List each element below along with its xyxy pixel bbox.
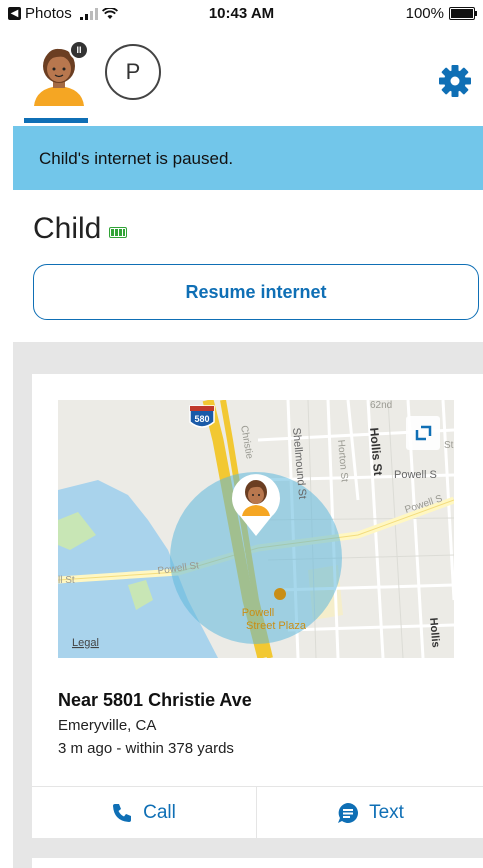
call-label: Call bbox=[143, 801, 176, 823]
location-address: Near 5801 Christie Ave bbox=[58, 690, 252, 710]
paused-banner-text: Child's internet is paused. bbox=[39, 149, 234, 168]
text-label: Text bbox=[369, 801, 404, 823]
map-label-christie: Christie bbox=[238, 425, 255, 461]
battery-icon bbox=[449, 7, 477, 20]
selected-profile-indicator bbox=[24, 118, 88, 123]
expand-map-icon bbox=[406, 416, 440, 450]
map-legal-link: Legal bbox=[72, 637, 99, 649]
map-label-hollis-lower: Hollis bbox=[427, 617, 442, 648]
battery-icon bbox=[109, 226, 128, 238]
map-label-horton: Horton St bbox=[335, 439, 350, 482]
profile-avatar-p[interactable]: P bbox=[105, 44, 161, 100]
status-right: 100% bbox=[405, 5, 477, 22]
child-section: Child Resume internet bbox=[13, 190, 483, 342]
map-label-st-left: ll St bbox=[58, 575, 75, 586]
map-label-hollis: Hollis St bbox=[367, 427, 385, 476]
phone-icon bbox=[113, 803, 132, 822]
map-label-62nd: 62nd bbox=[370, 400, 392, 411]
resume-internet-button[interactable]: Resume internet bbox=[33, 264, 479, 320]
map-label-plaza-2: Street Plaza bbox=[246, 620, 307, 632]
message-icon bbox=[338, 802, 359, 823]
map-label-powell-mid: Powell S bbox=[394, 469, 437, 481]
highway-580-shield: 580 bbox=[189, 405, 215, 428]
pause-badge: II bbox=[69, 40, 89, 60]
profile-bar: II P bbox=[0, 28, 483, 126]
status-bar: ◀ Photos 10:43 AM 100% bbox=[0, 0, 483, 28]
gear-icon[interactable] bbox=[438, 64, 472, 98]
plaza-marker-icon bbox=[274, 588, 286, 600]
svg-text:580: 580 bbox=[194, 414, 209, 424]
text-button[interactable]: Text bbox=[256, 787, 483, 838]
call-button[interactable]: Call bbox=[32, 787, 255, 838]
map-label-st-right: St bbox=[444, 440, 454, 451]
location-card: Christie Shellmound St Horton St Hollis … bbox=[32, 374, 483, 838]
battery-percent: 100% bbox=[405, 5, 444, 22]
child-name-row: Child bbox=[33, 212, 128, 246]
paused-banner: Child's internet is paused. bbox=[13, 126, 483, 190]
map-graphic: Christie Shellmound St Horton St Hollis … bbox=[58, 400, 454, 658]
next-card-edge bbox=[32, 858, 483, 868]
child-name: Child bbox=[33, 212, 102, 245]
location-city: Emeryville, CA bbox=[58, 717, 157, 734]
location-time-accuracy: 3 m ago - within 378 yards bbox=[58, 740, 234, 757]
location-map[interactable]: Christie Shellmound St Horton St Hollis … bbox=[58, 400, 454, 658]
map-label-plaza-1: Powell bbox=[242, 607, 274, 619]
